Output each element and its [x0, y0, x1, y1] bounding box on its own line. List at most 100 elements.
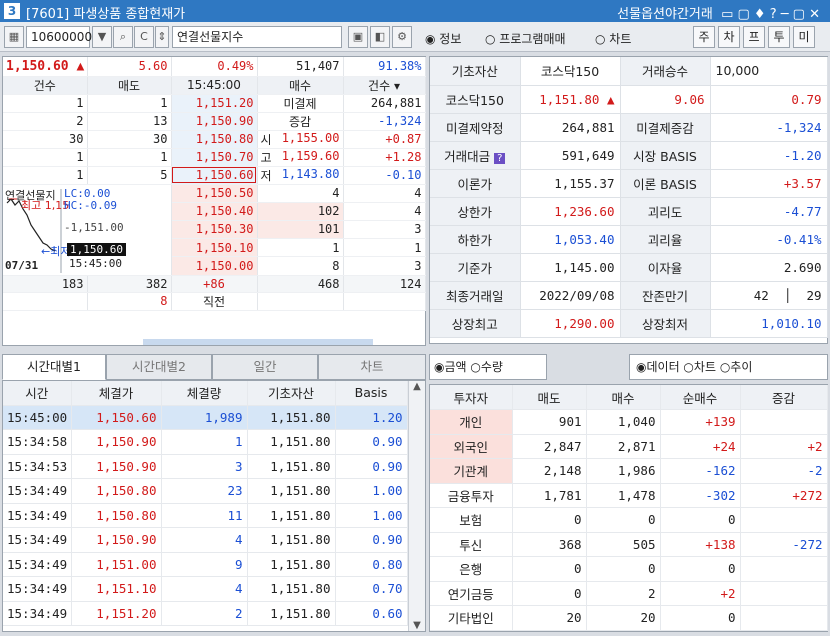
tab-daily[interactable]: 일간: [212, 354, 318, 380]
help-icon[interactable]: ?: [494, 152, 506, 164]
table-row[interactable]: 투신 368 505 +138 -272: [430, 532, 828, 557]
table-row[interactable]: 15:34:53 1,150.90 3 1,151.80 0.90: [3, 454, 408, 479]
layout-icon[interactable]: ▣: [348, 26, 368, 48]
window-controls[interactable]: 선물옵션야간거래 ▭ ▢ ♦ ? ─ ▢ ✕: [617, 3, 820, 22]
trades-scrollbar[interactable]: ▲ ▼: [408, 381, 425, 631]
button-investor[interactable]: 투: [768, 26, 790, 48]
trade-time: 15:34:49: [3, 552, 72, 577]
radio-data[interactable]: 데이터: [646, 360, 679, 374]
settings-icon[interactable]: ⚙: [392, 26, 412, 48]
bid-qty: 4: [257, 184, 344, 203]
radio-program[interactable]: ○ 프로그램매매: [485, 30, 566, 47]
grid-icon[interactable]: ▦: [4, 26, 24, 48]
table-row[interactable]: 개인 901 1,040 +139: [430, 409, 828, 435]
radio-chart[interactable]: ○ 차트: [595, 30, 631, 47]
table-row[interactable]: 15:34:49 1,150.90 4 1,151.80 0.90: [3, 527, 408, 553]
tab-time1[interactable]: 시간대별1: [2, 354, 106, 380]
button-chart[interactable]: 차: [718, 26, 740, 48]
info-label: 기준가: [430, 253, 521, 282]
total-diff: +86: [171, 275, 258, 293]
radio-chart2[interactable]: 차트: [694, 360, 716, 374]
col-price: 체결가: [71, 381, 162, 406]
trade-basis: 1.20: [335, 405, 408, 430]
info-value: 1,053.40: [520, 225, 621, 254]
cp-icon[interactable]: C: [134, 26, 154, 48]
table-row[interactable]: 15:34:49 1,150.80 11 1,151.80 1.00: [3, 503, 408, 528]
dropdown-icon[interactable]: ▼: [92, 26, 112, 48]
bid-count: 3: [343, 256, 426, 276]
table-row[interactable]: 15:34:49 1,151.00 9 1,151.80 0.80: [3, 552, 408, 577]
low-price: 저 1,143.80: [257, 166, 344, 185]
radio-info[interactable]: ◉ 정보: [425, 30, 461, 47]
investor-buy: 2: [586, 581, 661, 606]
table-row[interactable]: 기타법인 20 20 0: [430, 605, 828, 631]
trade-price: 1,151.10: [71, 576, 162, 602]
table-row[interactable]: 은행 0 0 0: [430, 556, 828, 582]
info-value: -1.20: [710, 141, 828, 170]
radio-chart-label: 차트: [609, 32, 632, 46]
ask-row[interactable]: 1 1 1,150.70 고 1,159.60 +1.28: [3, 148, 426, 167]
radio-quantity[interactable]: 수량: [481, 360, 503, 374]
header-ask: 매도: [87, 76, 172, 95]
total-ask-qty: 382: [87, 275, 172, 293]
info-value: -0.41%: [710, 225, 828, 254]
last-qty: 8: [87, 292, 172, 311]
code-input[interactable]: 10600000: [26, 26, 92, 48]
info-value: 1,290.00: [520, 309, 621, 338]
investor-net: +2: [660, 581, 741, 606]
radio-trend[interactable]: 추이: [730, 360, 752, 374]
bid-price: 1,150.40: [171, 202, 258, 221]
view-radio-group[interactable]: ◉데이터 ○차트 ○추이: [629, 354, 828, 380]
tab-chart[interactable]: 차트: [318, 354, 426, 380]
table-row[interactable]: 15:45:00 1,150.60 1,989 1,151.80 1.20: [3, 405, 408, 430]
trade-price: 1,150.90: [71, 454, 162, 479]
table-row[interactable]: 연기금등 0 2 +2: [430, 581, 828, 606]
table-row[interactable]: 금융투자 1,781 1,478 -302 +272: [430, 483, 828, 508]
ask-row[interactable]: 30 30 1,150.80 시 1,155.00 +0.87: [3, 130, 426, 149]
bid-row[interactable]: 연결선물지 최고 1,15 LC:0.00 HC:-0.09 -1,151.00…: [3, 184, 426, 276]
table-row[interactable]: 기관계 2,148 1,986 -162 -2: [430, 458, 828, 484]
info-label: 최종거래일: [430, 281, 521, 310]
button-open-interest[interactable]: 미: [793, 26, 815, 48]
scroll-up-icon[interactable]: ▲: [409, 381, 425, 392]
split-icon[interactable]: ◧: [370, 26, 390, 48]
tab-time2[interactable]: 시간대별2: [106, 354, 212, 380]
info-panel: 기초자산 코스닥150 거래승수 10,000 코스닥150 1,151.80 …: [429, 56, 828, 344]
ask-price: 1,150.90: [171, 112, 258, 131]
change-value: -1,324: [343, 112, 426, 131]
col-buy: 매수: [586, 385, 661, 410]
radio-amount[interactable]: 금액: [444, 360, 466, 374]
ask-qty: 30: [87, 130, 172, 149]
table-row[interactable]: 외국인 2,847 2,871 +24 +2: [430, 434, 828, 459]
search-icon[interactable]: ⌕: [113, 26, 133, 48]
scroll-down-icon[interactable]: ▼: [409, 620, 425, 631]
trade-qty: 9: [161, 552, 248, 577]
header-bid-count[interactable]: 건수 ▾: [343, 76, 426, 95]
table-row[interactable]: 15:34:49 1,151.20 2 1,151.80 0.60: [3, 601, 408, 626]
spin-icon[interactable]: ⇕: [155, 26, 169, 48]
trade-underlying: 1,151.80: [247, 576, 336, 602]
info-value: 1,155.37: [520, 169, 621, 198]
info-label: 상한가: [430, 197, 521, 226]
col-sell: 매도: [512, 385, 587, 410]
ask-row[interactable]: 1 1 1,151.20 미결제 264,881: [3, 94, 426, 113]
table-row[interactable]: 15:34:58 1,150.90 1 1,151.80 0.90: [3, 429, 408, 455]
trade-time: 15:34:58: [3, 429, 72, 455]
button-program[interactable]: 프: [743, 26, 765, 48]
high-change: +1.28: [343, 148, 426, 167]
ask-row[interactable]: 1 5 1,150.60 저 1,143.80 -0.10: [3, 166, 426, 185]
unit-radio-group[interactable]: ◉금액 ○수량: [429, 354, 547, 380]
ask-price-current: 1,150.60: [171, 166, 258, 185]
table-row[interactable]: 15:34:49 1,151.10 4 1,151.80 0.70: [3, 576, 408, 602]
info-label: 이자율: [620, 253, 711, 282]
table-row[interactable]: 15:34:49 1,150.80 23 1,151.80 1.00: [3, 478, 408, 504]
trade-underlying: 1,151.80: [247, 478, 336, 504]
info-label: 괴리도: [620, 197, 711, 226]
header-ask-count: 건수: [3, 76, 88, 95]
ask-row[interactable]: 2 13 1,150.90 증감 -1,324: [3, 112, 426, 131]
investor-name: 은행: [430, 556, 513, 582]
button-stock[interactable]: 주: [693, 26, 715, 48]
trade-qty: 4: [161, 576, 248, 602]
table-row[interactable]: 보험 0 0 0: [430, 507, 828, 533]
book-scroll-bar[interactable]: [143, 339, 373, 345]
